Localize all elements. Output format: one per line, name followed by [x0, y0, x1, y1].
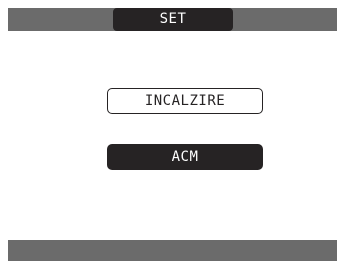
display-screen: SET INCALZIRE ACM [0, 0, 345, 261]
menu-option-acm[interactable]: ACM [107, 144, 263, 170]
header-bar: SET [8, 8, 337, 31]
screen-title: SET [113, 8, 233, 31]
menu-option-incalzire[interactable]: INCALZIRE [107, 88, 263, 114]
footer-bar [8, 240, 337, 261]
